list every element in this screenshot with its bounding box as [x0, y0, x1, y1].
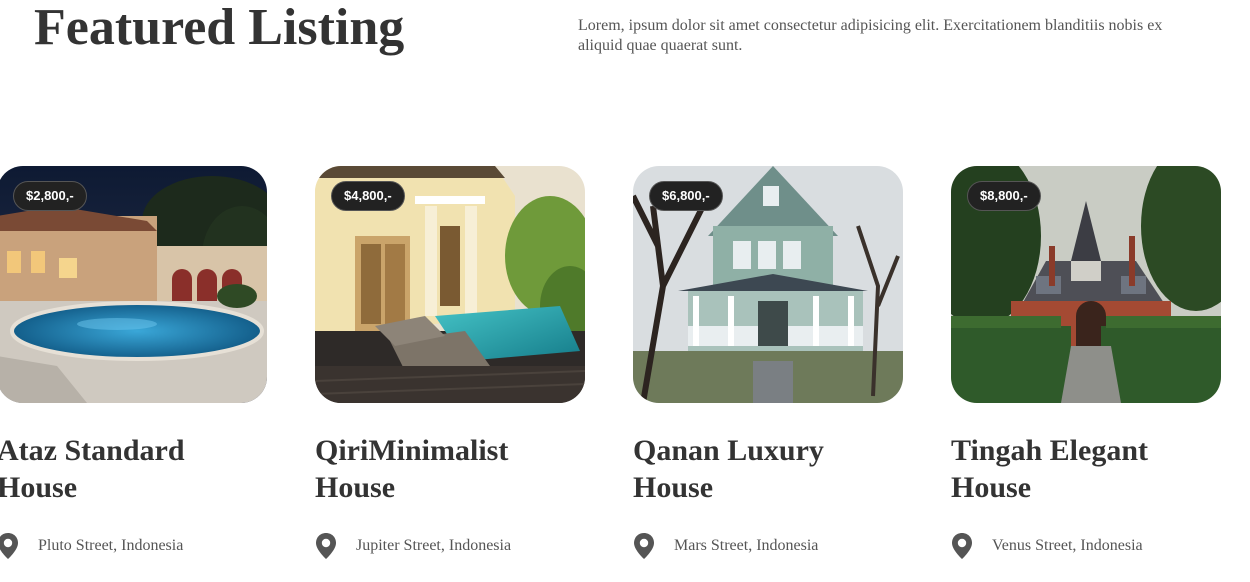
- price-badge: $6,800,-: [649, 181, 723, 211]
- location-pin-icon: [952, 533, 972, 559]
- listing-address: Pluto Street, Indonesia: [38, 537, 184, 554]
- price-badge: $8,800,-: [967, 181, 1041, 211]
- listing-name[interactable]: QiriMinimalist House: [315, 432, 575, 506]
- listing-photo[interactable]: $4,800,-: [315, 166, 585, 403]
- section-title: Featured Listing: [34, 0, 405, 56]
- listing-location: Mars Street, Indonesia: [633, 532, 818, 560]
- price-badge: $4,800,-: [331, 181, 405, 211]
- listing-card[interactable]: $4,800,- QiriMinimalist House Jupiter St…: [315, 166, 585, 559]
- location-pin-icon: [316, 533, 336, 559]
- listing-name[interactable]: Qanan Luxury House: [633, 432, 893, 506]
- listing-card[interactable]: $8,800,- Tingah Elegant House Venus Stre…: [951, 166, 1221, 559]
- location-pin-icon: [634, 533, 654, 559]
- listing-location: Pluto Street, Indonesia: [0, 532, 183, 560]
- featured-listing-section: Featured Listing Lorem, ipsum dolor sit …: [0, 0, 1250, 582]
- listing-location: Jupiter Street, Indonesia: [315, 532, 511, 560]
- listing-address: Jupiter Street, Indonesia: [356, 537, 512, 554]
- listing-name[interactable]: Tingah Elegant House: [951, 432, 1211, 506]
- price-badge: $2,800,-: [13, 181, 87, 211]
- listing-card[interactable]: $6,800,- Qanan Luxury House Mars Street,…: [633, 166, 903, 559]
- listing-card[interactable]: $2,800,- Ataz Standard House Pluto Stree…: [0, 166, 267, 559]
- listing-address: Mars Street, Indonesia: [674, 537, 819, 554]
- location-pin-icon: [0, 533, 18, 559]
- listing-address: Venus Street, Indonesia: [992, 537, 1143, 554]
- listing-name[interactable]: Ataz Standard House: [0, 432, 257, 506]
- listing-photo[interactable]: $6,800,-: [633, 166, 903, 403]
- listing-photo[interactable]: $2,800,-: [0, 166, 267, 403]
- listing-photo[interactable]: $8,800,-: [951, 166, 1221, 403]
- listing-location: Venus Street, Indonesia: [951, 532, 1143, 560]
- section-intro: Lorem, ipsum dolor sit amet consectetur …: [578, 17, 1163, 54]
